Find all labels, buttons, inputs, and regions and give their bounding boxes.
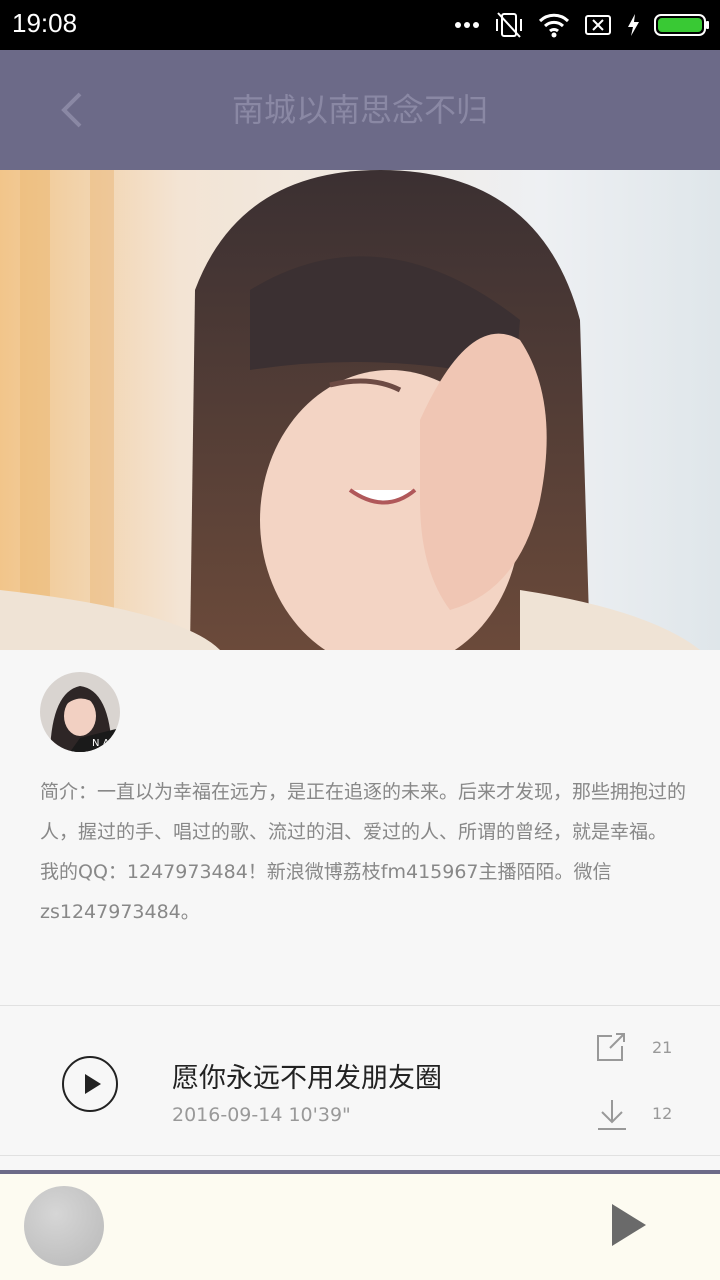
page-title: 南城以南思念不归 bbox=[231, 91, 488, 129]
track-title[interactable]: 愿你永远不用发朋友圈 bbox=[172, 1056, 442, 1095]
share-icon[interactable] bbox=[594, 1030, 628, 1064]
intro-contact: 我的QQ：1247973484！新浪微博荔枝fm415967主播陌陌。微信zs1… bbox=[40, 861, 612, 923]
avatar-photo: N A bbox=[40, 672, 120, 752]
share-count: 21 bbox=[652, 1038, 673, 1057]
charging-icon bbox=[628, 14, 639, 36]
cover-photo bbox=[0, 170, 720, 650]
status-icons bbox=[454, 10, 710, 40]
top-bar: 南城以南思念不归 bbox=[0, 50, 720, 170]
cover-image bbox=[0, 170, 720, 650]
status-bar: 19:08 bbox=[0, 0, 720, 50]
status-time: 19:08 bbox=[12, 8, 78, 38]
back-arrow-icon[interactable] bbox=[50, 84, 96, 136]
download-count: 12 bbox=[652, 1104, 673, 1123]
download-icon[interactable] bbox=[596, 1098, 628, 1132]
sim-none-icon bbox=[585, 15, 611, 35]
mini-player bbox=[0, 1170, 720, 1280]
track-meta: 2016-09-14 10'39" bbox=[172, 1104, 351, 1126]
player-thumbnail[interactable] bbox=[24, 1186, 104, 1266]
track-row[interactable]: 愿你永远不用发朋友圈 2016-09-14 10'39" 21 12 bbox=[0, 1006, 720, 1154]
intro-text: 简介：一直以为幸福在远方，是正在追逐的未来。后来才发现，那些拥抱过的人，握过的手… bbox=[40, 772, 690, 932]
intro-paragraph: 简介：一直以为幸福在远方，是正在追逐的未来。后来才发现，那些拥抱过的人，握过的手… bbox=[40, 781, 687, 843]
svg-text:N A: N A bbox=[92, 738, 110, 749]
vibrate-off-icon bbox=[496, 12, 522, 38]
play-icon bbox=[85, 1074, 101, 1094]
wifi-icon bbox=[538, 13, 570, 38]
player-play-icon[interactable] bbox=[608, 1202, 648, 1248]
track-play-button[interactable] bbox=[62, 1056, 118, 1112]
avatar[interactable]: N A bbox=[40, 672, 120, 752]
more-dots-icon bbox=[455, 22, 479, 28]
divider bbox=[0, 1155, 720, 1156]
battery-icon bbox=[654, 14, 709, 36]
